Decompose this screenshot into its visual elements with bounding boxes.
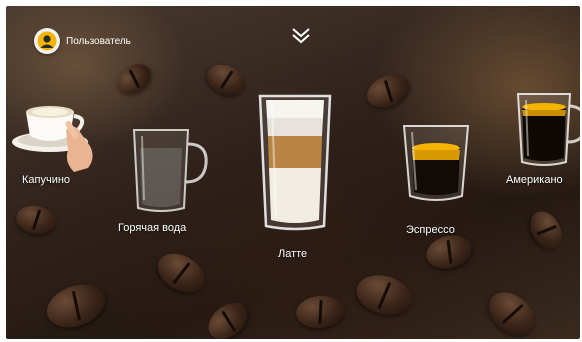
drink-latte[interactable]: Латте bbox=[252, 92, 338, 268]
background-bean bbox=[201, 295, 255, 339]
user-avatar-icon bbox=[34, 28, 60, 54]
americano-glass-icon bbox=[516, 93, 580, 166]
drink-label-hot-water: Горячая вода bbox=[118, 222, 187, 234]
drink-espresso[interactable]: Эспрессо bbox=[398, 120, 474, 240]
drink-hot-water[interactable]: Горячая вода bbox=[118, 124, 214, 240]
drink-label-espresso: Эспрессо bbox=[406, 224, 455, 236]
background-bean bbox=[201, 58, 251, 102]
espresso-glass-icon bbox=[402, 125, 470, 201]
background-bean bbox=[480, 283, 544, 339]
background-bean bbox=[13, 202, 59, 238]
background-bean bbox=[352, 269, 416, 321]
drink-label-latte: Латте bbox=[278, 248, 308, 260]
latte-glass-icon bbox=[258, 94, 332, 231]
drink-cappuccino[interactable]: Капучино bbox=[8, 102, 108, 192]
drink-americano[interactable]: Американо bbox=[504, 90, 580, 200]
background-bean bbox=[294, 293, 346, 331]
cappuccino-cup-icon bbox=[12, 106, 93, 172]
user-profile-button[interactable]: Пользователь bbox=[34, 28, 131, 54]
chevron-down-double-icon[interactable] bbox=[288, 26, 314, 46]
background-bean bbox=[361, 68, 415, 114]
user-name: Пользователь bbox=[66, 35, 131, 47]
coffee-machine-screen: Пользователь Капучино Горячая вода Латте… bbox=[6, 6, 580, 339]
background-bean bbox=[150, 245, 212, 301]
drink-label-cappuccino: Капучино bbox=[22, 174, 71, 186]
drink-label-americano: Американо bbox=[506, 174, 563, 186]
hot-water-glass-icon bbox=[132, 129, 208, 212]
background-bean bbox=[111, 58, 157, 100]
background-bean bbox=[40, 276, 112, 336]
background-bean bbox=[523, 205, 569, 255]
